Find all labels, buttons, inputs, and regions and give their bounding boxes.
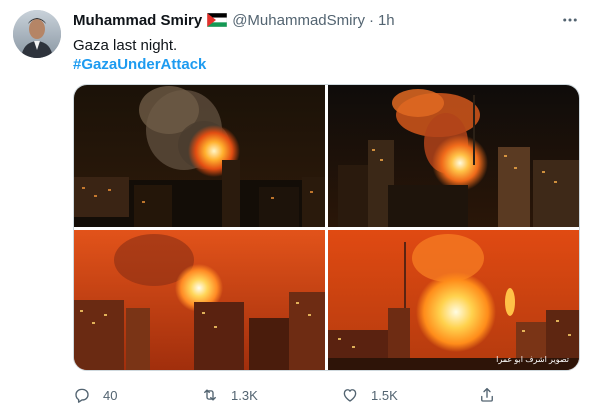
retweet-button[interactable]: 1.3K [201,384,258,406]
like-count: 1.5K [371,387,398,403]
reply-count: 40 [103,387,118,403]
more-options-icon[interactable] [558,10,582,30]
user-handle[interactable]: @MuhammadSmiry [232,12,365,29]
palestine-flag-icon [206,12,228,28]
tweet-card[interactable]: Muhammad Smiry @MuhammadSmiry · 1h Gaza … [0,0,594,419]
like-icon [341,386,359,404]
hashtag-link[interactable]: #GazaUnderAttack [73,55,206,75]
reply-icon [73,386,91,404]
tweet-header: Muhammad Smiry @MuhammadSmiry · 1h [73,10,395,30]
reply-button[interactable]: 40 [73,384,117,406]
display-name[interactable]: Muhammad Smiry [73,12,202,29]
explosion-photo-3[interactable] [74,230,325,370]
retweet-icon [201,386,219,404]
retweet-count: 1.3K [231,387,258,403]
share-button[interactable] [478,384,496,406]
avatar[interactable] [13,10,61,58]
explosion-photo-1[interactable] [74,85,325,227]
tweet-text: Gaza last night. [73,37,178,54]
like-button[interactable]: 1.5K [341,384,398,406]
explosion-photo-4[interactable]: تصوير اشرف ابو عمرا [328,230,579,370]
separator-dot: · [368,11,374,29]
explosion-photo-2[interactable] [328,85,579,227]
photo-watermark: تصوير اشرف ابو عمرا [496,355,569,364]
tweet-timestamp[interactable]: 1h [378,12,395,29]
media-grid: تصوير اشرف ابو عمرا [73,84,580,371]
tweet-actions: 40 1.3K 1.5K [73,384,580,406]
share-icon [478,386,496,404]
